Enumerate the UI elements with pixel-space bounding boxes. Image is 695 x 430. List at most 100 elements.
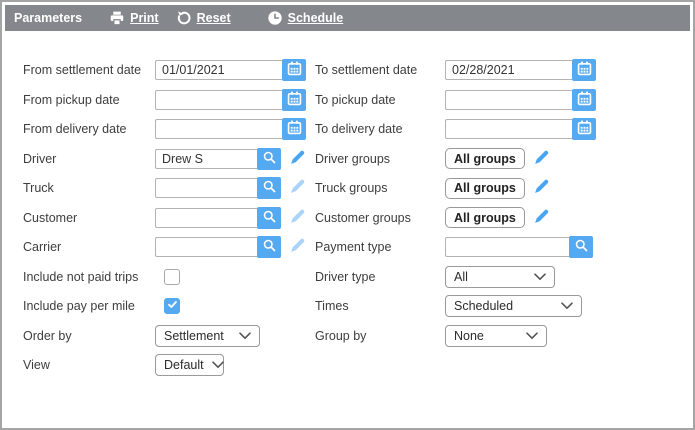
include-pay-per-mile-checkbox[interactable] — [164, 298, 180, 314]
chevron-down-icon — [239, 332, 251, 340]
driver-edit-button[interactable] — [289, 149, 306, 169]
from-settlement-date-label: From settlement date — [23, 59, 141, 81]
driver-type-label: Driver type — [315, 266, 375, 288]
driver-groups-button[interactable]: All groups — [445, 148, 525, 169]
search-icon — [574, 238, 589, 256]
calendar-icon — [287, 61, 302, 79]
carrier-input[interactable] — [155, 237, 257, 257]
include-pay-per-mile-label: Include pay per mile — [23, 295, 135, 317]
from-pickup-date-calendar-button[interactable] — [282, 89, 306, 111]
group-by-label: Group by — [315, 325, 366, 347]
to-settlement-date-input[interactable] — [445, 60, 572, 80]
carrier-label: Carrier — [23, 236, 61, 258]
carrier-search-button[interactable] — [257, 236, 281, 258]
driver-input[interactable] — [155, 149, 257, 169]
from-pickup-date-label: From pickup date — [23, 89, 120, 111]
times-value: Scheduled — [454, 299, 513, 313]
truck-input[interactable] — [155, 178, 257, 198]
to-pickup-date-calendar-button[interactable] — [572, 89, 596, 111]
payment-type-search-button[interactable] — [569, 236, 593, 258]
row-not-paid-trips: Include not paid trips Driver type All — [2, 266, 693, 288]
group-by-select[interactable]: None — [445, 325, 547, 347]
view-select[interactable]: Default — [155, 354, 224, 376]
pencil-icon — [533, 149, 550, 169]
calendar-icon — [577, 120, 592, 138]
search-icon — [262, 238, 277, 256]
pencil-icon — [289, 237, 306, 257]
chevron-down-icon — [212, 361, 224, 369]
row-driver: Driver Driver groups All groups — [2, 148, 693, 170]
pencil-icon — [289, 178, 306, 198]
check-icon — [167, 299, 178, 313]
row-customer: Customer Customer groups All groups — [2, 207, 693, 229]
to-settlement-date-calendar-button[interactable] — [572, 59, 596, 81]
to-pickup-date-input[interactable] — [445, 90, 572, 110]
to-pickup-date-label: To pickup date — [315, 89, 396, 111]
row-view: View Default — [2, 354, 693, 376]
from-pickup-date-input[interactable] — [155, 90, 282, 110]
search-icon — [262, 179, 277, 197]
from-delivery-date-label: From delivery date — [23, 118, 127, 140]
from-delivery-date-input[interactable] — [155, 119, 282, 139]
times-label: Times — [315, 295, 349, 317]
customer-input[interactable] — [155, 208, 257, 228]
search-icon — [262, 209, 277, 227]
chevron-down-icon — [561, 302, 573, 310]
from-settlement-date-calendar-button[interactable] — [282, 59, 306, 81]
from-delivery-date-calendar-button[interactable] — [282, 118, 306, 140]
to-delivery-date-label: To delivery date — [315, 118, 403, 140]
row-pay-per-mile: Include pay per mile Times Scheduled — [2, 295, 693, 317]
customer-groups-label: Customer groups — [315, 207, 411, 229]
from-settlement-date-input[interactable] — [155, 60, 282, 80]
order-by-value: Settlement — [164, 329, 224, 343]
order-by-label: Order by — [23, 325, 72, 347]
times-select[interactable]: Scheduled — [445, 295, 582, 317]
to-settlement-date-label: To settlement date — [315, 59, 417, 81]
truck-groups-button[interactable]: All groups — [445, 178, 525, 199]
customer-label: Customer — [23, 207, 77, 229]
customer-groups-button[interactable]: All groups — [445, 207, 525, 228]
parameters-form: From settlement date To settlement date … — [2, 2, 693, 428]
calendar-icon — [287, 120, 302, 138]
parameters-panel: Parameters Print Reset — [0, 0, 695, 430]
truck-label: Truck — [23, 177, 54, 199]
payment-type-label: Payment type — [315, 236, 391, 258]
pencil-icon — [533, 178, 550, 198]
pencil-icon — [289, 149, 306, 169]
chevron-down-icon — [526, 332, 538, 340]
pencil-icon — [533, 208, 550, 228]
customer-edit-button-disabled[interactable] — [289, 208, 306, 228]
view-value: Default — [164, 358, 204, 372]
truck-groups-label: Truck groups — [315, 177, 387, 199]
search-icon — [262, 150, 277, 168]
carrier-edit-button-disabled[interactable] — [289, 237, 306, 257]
to-delivery-date-input[interactable] — [445, 119, 572, 139]
calendar-icon — [577, 61, 592, 79]
order-by-select[interactable]: Settlement — [155, 325, 260, 347]
row-order-by: Order by Settlement Group by None — [2, 325, 693, 347]
row-settlement-dates: From settlement date To settlement date — [2, 59, 693, 81]
driver-groups-label: Driver groups — [315, 148, 390, 170]
customer-groups-edit-button[interactable] — [533, 208, 550, 228]
include-not-paid-trips-checkbox[interactable] — [164, 269, 180, 285]
truck-search-button[interactable] — [257, 177, 281, 199]
truck-edit-button-disabled[interactable] — [289, 178, 306, 198]
driver-type-value: All — [454, 270, 468, 284]
driver-groups-edit-button[interactable] — [533, 149, 550, 169]
view-label: View — [23, 354, 50, 376]
truck-groups-edit-button[interactable] — [533, 178, 550, 198]
payment-type-input[interactable] — [445, 237, 569, 257]
driver-type-select[interactable]: All — [445, 266, 555, 288]
driver-label: Driver — [23, 148, 56, 170]
calendar-icon — [287, 91, 302, 109]
include-not-paid-trips-label: Include not paid trips — [23, 266, 138, 288]
customer-search-button[interactable] — [257, 207, 281, 229]
pencil-icon — [289, 208, 306, 228]
group-by-value: None — [454, 329, 484, 343]
chevron-down-icon — [534, 273, 546, 281]
row-pickup-dates: From pickup date To pickup date — [2, 89, 693, 111]
to-delivery-date-calendar-button[interactable] — [572, 118, 596, 140]
row-truck: Truck Truck groups All groups — [2, 177, 693, 199]
driver-search-button[interactable] — [257, 148, 281, 170]
calendar-icon — [577, 91, 592, 109]
